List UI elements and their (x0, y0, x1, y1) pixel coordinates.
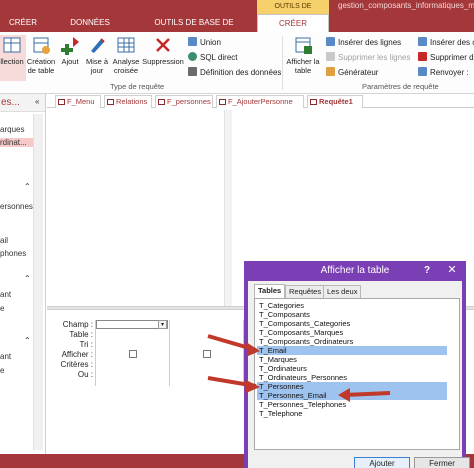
annotation-arrow (338, 388, 391, 402)
annotation-arrows (207, 334, 391, 402)
annotation-arrow (207, 376, 260, 393)
annotation-arrow (207, 334, 260, 356)
